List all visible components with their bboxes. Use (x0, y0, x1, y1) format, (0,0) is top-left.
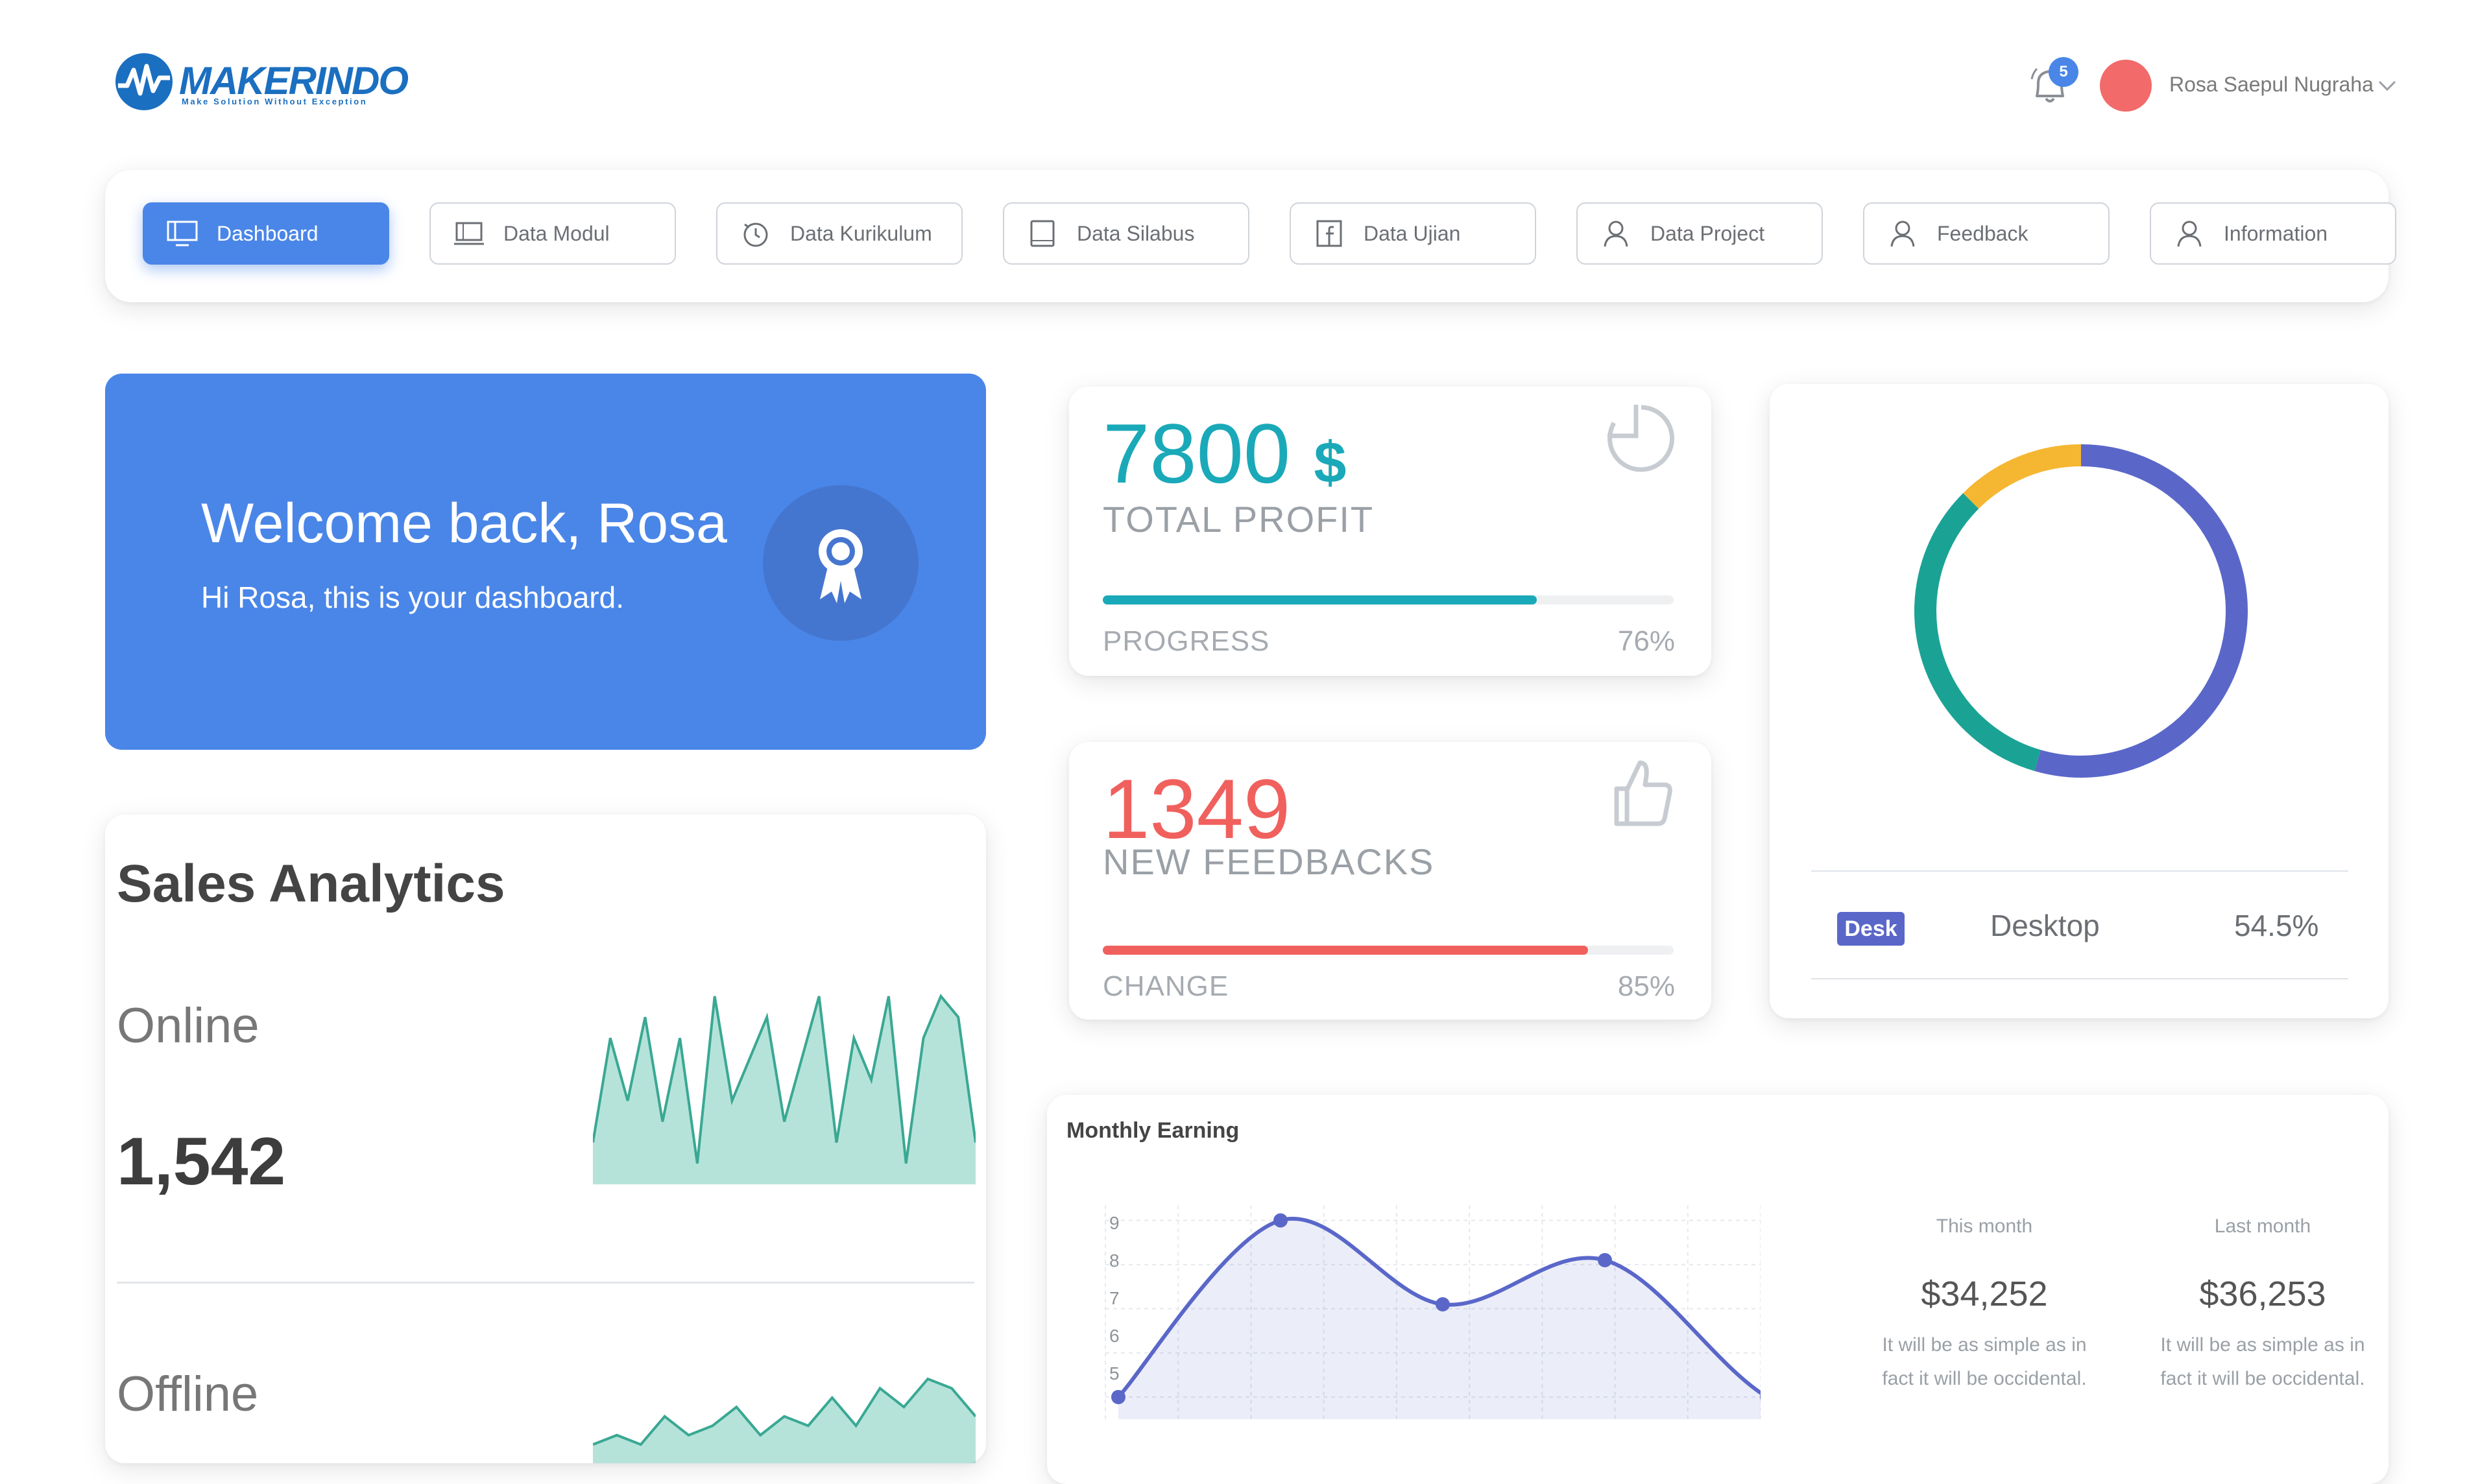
nav-data-modul[interactable]: Data Modul (429, 202, 676, 265)
desktop-badge: Desk (1837, 912, 1905, 946)
nav-label: Data Ujian (1364, 221, 1461, 245)
clock-icon (743, 222, 768, 247)
donut-segment-tablet (1914, 493, 2041, 771)
desktop-label: Desktop (1990, 909, 2100, 942)
last-month-column: Last month $36,253 It will be as simple … (2152, 1215, 2373, 1396)
nav-data-project[interactable]: Data Project (1576, 202, 1823, 265)
logo-mark-icon (115, 53, 173, 110)
top-nav: Dashboard Data Modul Data Kurikulum Data… (105, 170, 2396, 302)
feedback-card: 1349 NEW FEEDBACKS CHANGE 85% (1069, 742, 1711, 1020)
brand-logo[interactable]: MAKERINDO Make Solution Without Exceptio… (114, 51, 426, 115)
welcome-card: Welcome back, Rosa Hi Rosa, this is your… (105, 374, 986, 750)
this-month-label: This month (1936, 1215, 2033, 1237)
welcome-greeting: Welcome back, (201, 492, 582, 555)
profit-percent: 76% (1617, 625, 1675, 657)
sales-title: Sales Analytics (117, 854, 505, 913)
earning-point[interactable] (1273, 1213, 1288, 1228)
earning-point[interactable] (1436, 1297, 1450, 1311)
desc-line: fact it will be occidental. (2160, 1368, 2365, 1389)
user-name[interactable]: Rosa Saepul Nugraha (2169, 73, 2374, 97)
earning-area (1118, 1219, 1761, 1419)
facebook-icon (1316, 220, 1342, 247)
chevron-down-icon[interactable] (2374, 73, 2400, 99)
feedback-progress (1103, 946, 1674, 955)
this-month-desc: It will be as simple as in fact it will … (1874, 1328, 2095, 1396)
nav-data-silabus[interactable]: Data Silabus (1003, 202, 1249, 265)
award-badge (763, 485, 919, 641)
laptop-icon (454, 222, 484, 245)
device-chart-card: Desk Desktop 54.5% (1770, 384, 2389, 1018)
divider (1811, 870, 2348, 872)
feedback-label: NEW FEEDBACKS (1103, 841, 1435, 882)
divider (117, 1282, 974, 1284)
online-sparkline (593, 994, 976, 1184)
profit-progress (1103, 595, 1674, 604)
avatar[interactable] (2100, 60, 2152, 112)
brand-tagline: Make Solution Without Exception (182, 97, 368, 106)
nav-label: Data Silabus (1077, 221, 1195, 245)
monthly-earning-card: Monthly Earning 9 8 7 6 5 This month $34… (1047, 1095, 2389, 1484)
desktop-value: 54.5% (2234, 909, 2319, 942)
sales-analytics-card: Sales Analytics Online 1,542 Offline (105, 815, 986, 1463)
donut-segment-mobile (1963, 444, 2082, 509)
desc-line: It will be as simple as in (2160, 1334, 2365, 1356)
user-icon (1604, 221, 1628, 247)
profit-unit: $ (1314, 431, 1347, 496)
last-month-label: Last month (2214, 1215, 2311, 1237)
desc-line: fact it will be occidental. (1882, 1368, 2087, 1389)
nav-label: Data Kurikulum (790, 221, 932, 245)
this-month-value: $34,252 (1921, 1275, 2048, 1313)
profit-value: 7800 $ (1103, 405, 1346, 502)
desc-line: It will be as simple as in (1882, 1334, 2087, 1356)
feedback-bar-label: CHANGE (1103, 970, 1229, 1002)
feedback-percent: 85% (1617, 970, 1675, 1002)
nav-data-ujian[interactable]: Data Ujian (1290, 202, 1536, 265)
profit-number: 7800 (1103, 406, 1291, 501)
earning-point[interactable] (1111, 1389, 1125, 1404)
divider (1811, 978, 2348, 979)
nav-label: Information (2224, 221, 2328, 245)
device-donut-chart (1914, 444, 2248, 778)
profit-bar-label: PROGRESS (1103, 625, 1270, 657)
online-label: Online (117, 998, 259, 1053)
monitor-icon (167, 221, 198, 246)
nav-dashboard[interactable]: Dashboard (143, 202, 389, 265)
online-value: 1,542 (117, 1124, 286, 1199)
this-month-column: This month $34,252 It will be as simple … (1874, 1215, 2095, 1396)
tablet-icon (1030, 220, 1055, 247)
profit-card: 7800 $ TOTAL PROFIT PROGRESS 76% (1069, 387, 1711, 676)
spark-area (593, 996, 976, 1184)
nav-label: Data Modul (503, 221, 610, 245)
earning-title: Monthly Earning (1066, 1118, 1240, 1143)
offline-sparkline (593, 1377, 976, 1463)
nav-label: Data Project (1650, 221, 1765, 245)
user-icon (2177, 221, 2202, 247)
welcome-subtitle: Hi Rosa, this is your dashboard. (201, 580, 624, 614)
nav-information[interactable]: Information (2150, 202, 2396, 265)
offline-label: Offline (117, 1367, 259, 1422)
welcome-title: Welcome back, Rosa (201, 492, 727, 556)
earning-line-chart (1105, 1205, 1761, 1419)
earning-point[interactable] (1598, 1252, 1612, 1267)
user-icon (1890, 221, 1915, 247)
thumbs-up-icon (1614, 760, 1672, 826)
award-icon (819, 529, 863, 603)
notification-badge: 5 (2049, 57, 2078, 87)
pie-icon (1607, 405, 1675, 472)
welcome-name: Rosa (597, 492, 727, 555)
last-month-value: $36,253 (2199, 1275, 2326, 1313)
last-month-desc: It will be as simple as in fact it will … (2152, 1328, 2373, 1396)
nav-label: Feedback (1937, 221, 2028, 245)
profit-label: TOTAL PROFIT (1103, 499, 1375, 540)
donut-segment-desktop (2034, 444, 2248, 778)
nav-data-kurikulum[interactable]: Data Kurikulum (716, 202, 963, 265)
nav-feedback[interactable]: Feedback (1863, 202, 2110, 265)
nav-label: Dashboard (217, 221, 319, 245)
